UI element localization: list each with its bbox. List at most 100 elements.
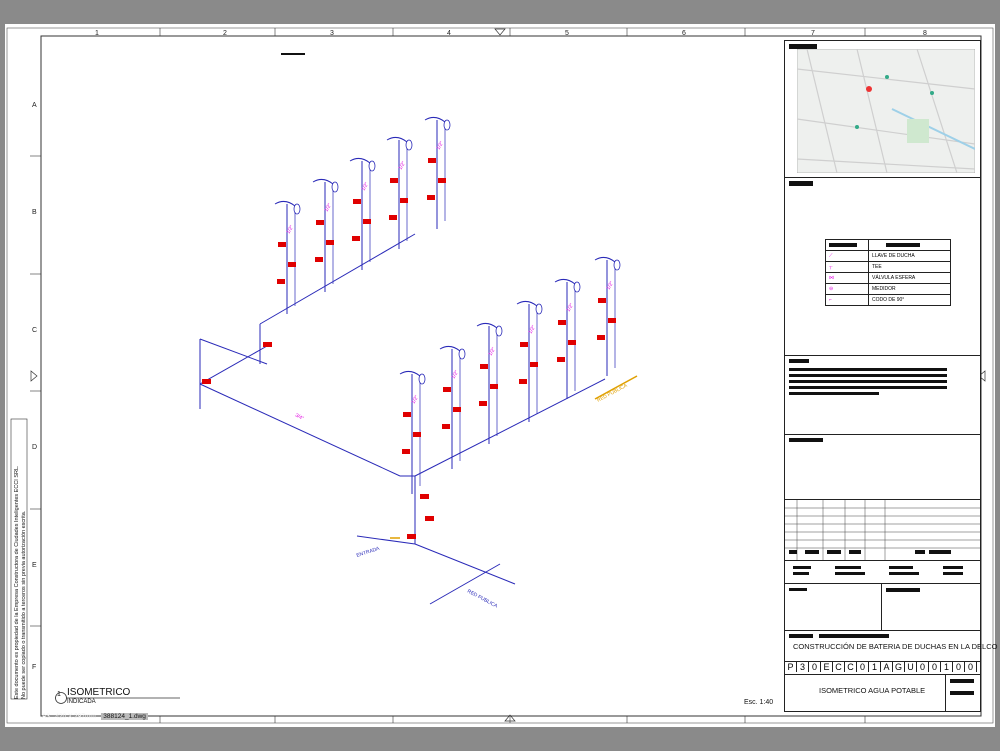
row-label-f: F	[32, 664, 37, 671]
code-character: C	[845, 662, 857, 672]
shower-head-icon	[331, 181, 339, 193]
code-character: E	[821, 662, 833, 672]
valve-marker	[597, 335, 605, 340]
code-character: 0	[917, 662, 929, 672]
valve-marker	[389, 215, 397, 220]
location-map-panel	[784, 40, 981, 178]
scale-note: Esc. 1:40	[744, 699, 774, 706]
valve-marker	[326, 240, 334, 245]
valve-marker	[407, 534, 416, 539]
legend-tee-icon: ┬	[825, 261, 869, 273]
notes-panel	[784, 355, 981, 435]
shower-head-icon	[418, 373, 426, 385]
legend-label: VÁLVULA ESFERA	[868, 272, 951, 284]
code-character: C	[833, 662, 845, 672]
shower-risers: 1/2"1/2"1/2"1/2"1/2"1/2"1/2"1/2"1/2"1/2"…	[274, 116, 621, 494]
shower-head-icon	[573, 281, 581, 293]
valve-marker	[443, 387, 451, 392]
main-pipe-label: 3/4"	[294, 412, 305, 421]
valve-marker	[402, 449, 410, 454]
drawing-sheet: 1 2 3 4 5 6 7 8 A B C D E F Este documen…	[5, 24, 997, 727]
legend-elbow-icon: ⌐	[825, 294, 869, 306]
view-title: ISOMETRICO	[67, 687, 131, 698]
valve-marker	[400, 198, 408, 203]
location-map	[797, 49, 975, 173]
legend-table: ⟋ LLAVE DE DUCHA ┬ TEE ⋈ VÁLVULA ESFERA ⊖ ME…	[825, 239, 951, 306]
valve-marker	[519, 379, 527, 384]
code-character: 0	[965, 662, 977, 672]
logo-panel-right	[881, 583, 981, 631]
shower-arm	[349, 157, 371, 164]
pipe-network	[199, 233, 606, 605]
valve-marker	[427, 195, 435, 200]
valve-marker	[420, 494, 429, 499]
sheet-number-panel	[945, 674, 981, 712]
valve-marker	[263, 342, 272, 347]
shower-arm	[594, 256, 616, 263]
valve-marker	[558, 320, 566, 325]
code-character: 0	[929, 662, 941, 672]
shower-head-icon	[613, 259, 621, 271]
valve-marker	[363, 219, 371, 224]
shower-arm	[516, 300, 538, 307]
branch-label: RED PUBLICA	[596, 383, 629, 404]
drawing-code: P30ECC01AGU00100	[784, 661, 981, 675]
valve-markers	[202, 158, 616, 539]
valve-marker	[403, 412, 411, 417]
code-character: 1	[941, 662, 953, 672]
legend-label: LLAVE DE DUCHA	[868, 250, 951, 262]
valve-marker	[288, 262, 296, 267]
revision-table	[784, 499, 981, 561]
code-character: A	[881, 662, 893, 672]
valve-marker	[530, 362, 538, 367]
isometric-drawing: 1/2"1/2"1/2"1/2"1/2"1/2"1/2"1/2"1/2"1/2"…	[199, 116, 638, 610]
valve-marker	[568, 340, 576, 345]
legend-label: MEDIDOR	[868, 283, 951, 295]
code-character: 1	[869, 662, 881, 672]
valve-marker	[438, 178, 446, 183]
valve-marker	[479, 401, 487, 406]
sheet-title: ISOMETRICO AGUA POTABLE	[819, 686, 926, 695]
code-character: G	[893, 662, 905, 672]
shower-head-icon	[495, 325, 503, 337]
shower-arm	[554, 278, 576, 285]
shower-arm	[274, 200, 296, 207]
valve-marker	[352, 236, 360, 241]
shower-head-icon	[443, 119, 451, 131]
column-label-8: 8	[923, 30, 927, 37]
code-character: 0	[953, 662, 965, 672]
valve-marker	[520, 342, 528, 347]
code-character: U	[905, 662, 917, 672]
shower-arm	[476, 322, 498, 329]
legend-sphere-valve-icon: ⋈	[825, 272, 869, 284]
shower-arm	[312, 178, 334, 185]
shower-arm	[386, 136, 408, 143]
view-number: 1	[57, 691, 61, 698]
project-name: CONSTRUCCIÓN DE BATERIA DE DUCHAS EN LA …	[793, 642, 998, 651]
entry-label: ENTRADA	[356, 546, 381, 559]
legend-meter-icon: ⊖	[825, 283, 869, 295]
valve-marker	[453, 407, 461, 412]
status-bar: A3 420 X 297mm 388124_1.dwg	[42, 713, 148, 720]
valve-marker	[490, 384, 498, 389]
shower-head-icon	[405, 139, 413, 151]
legend-label: CODO DE 90°	[868, 294, 951, 306]
valve-marker	[428, 158, 436, 163]
map-pin-icon	[866, 86, 872, 92]
valve-marker	[315, 257, 323, 262]
shower-head-icon	[458, 348, 466, 360]
valve-marker	[353, 199, 361, 204]
code-character: 0	[809, 662, 821, 672]
shower-arm	[439, 345, 461, 352]
legend-valve-icon: ⟋	[825, 250, 869, 262]
valve-marker	[278, 242, 286, 247]
revision-panel	[784, 434, 981, 500]
file-name[interactable]: 388124_1.dwg	[101, 713, 148, 720]
code-character: 3	[797, 662, 809, 672]
shower-arm	[424, 116, 446, 123]
valve-marker	[480, 364, 488, 369]
valve-marker	[598, 298, 606, 303]
project-panel: CONSTRUCCIÓN DE BATERIA DE DUCHAS EN LA …	[784, 630, 997, 662]
paper-size: 420 X 297mm	[55, 713, 96, 720]
legend-label: TEE	[868, 261, 951, 273]
